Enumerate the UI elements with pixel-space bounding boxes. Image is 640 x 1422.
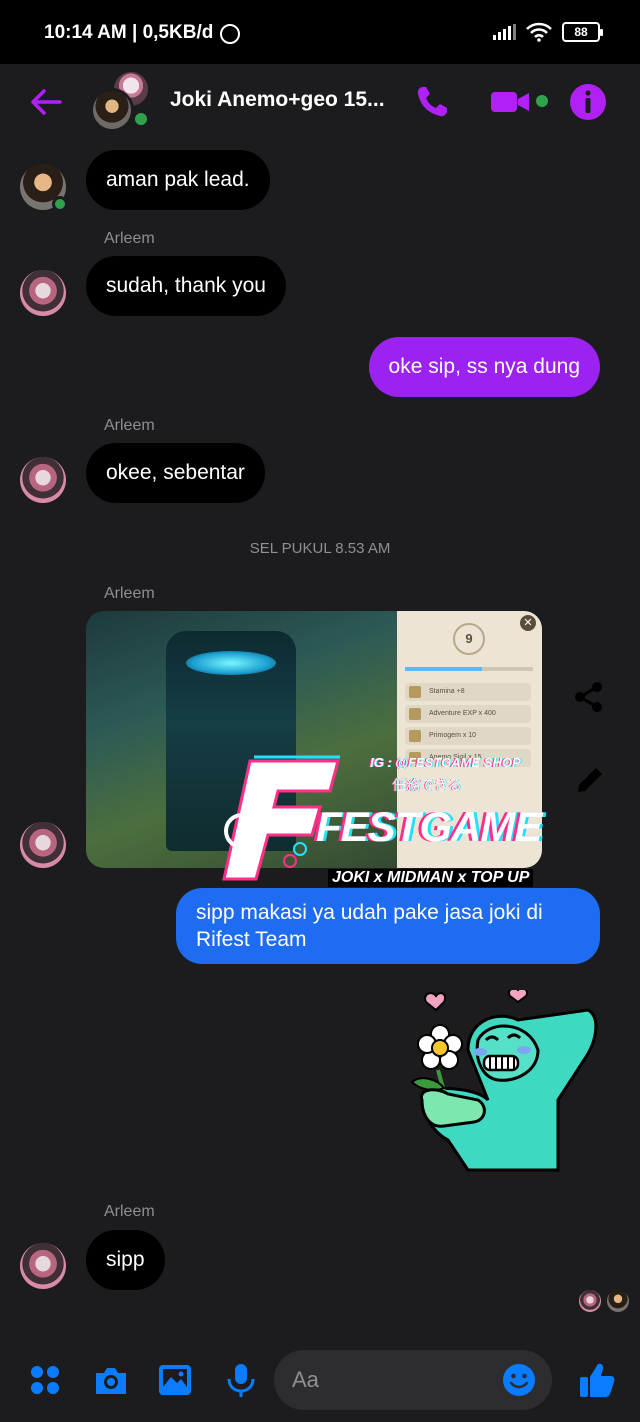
sender-name: Arleem — [104, 585, 155, 602]
video-camera-icon[interactable] — [490, 82, 530, 122]
status-time-speed: 10:14 AM | 0,5KB/d — [44, 22, 214, 43]
back-arrow-icon[interactable] — [26, 82, 66, 122]
image-message[interactable]: ✕ 9 Stamina +8 Adventure EXP x 400 Primo… — [86, 611, 542, 868]
message-input-field[interactable] — [274, 1350, 552, 1410]
message-bubble-received[interactable]: sipp — [86, 1230, 165, 1290]
message-bubble-received[interactable]: okee, sebentar — [86, 443, 265, 503]
online-indicator — [52, 196, 68, 212]
messenger-notification-icon — [220, 24, 240, 44]
sender-name: Arleem — [104, 1203, 155, 1220]
seen-receipt-avatar — [578, 1289, 602, 1313]
message-bubble-received[interactable]: aman pak lead. — [86, 150, 270, 210]
reward-row: Adventure EXP x 400 — [405, 705, 531, 723]
watermark-subtitle: JOKI x MIDMAN x TOP UP — [328, 869, 534, 887]
message-bubble-sent[interactable]: sipp makasi ya udah pake jasa joki di Ri… — [176, 888, 600, 964]
conversation-header: Joki Anemo+geo 15... — [0, 64, 640, 140]
microphone-icon[interactable] — [222, 1361, 260, 1399]
reward-row: Stamina +8 — [405, 683, 531, 701]
sender-name: Arleem — [104, 230, 155, 247]
info-icon[interactable] — [568, 82, 608, 122]
call-active-indicator — [536, 95, 548, 107]
message-timestamp: SEL PUKUL 8.53 AM — [249, 540, 391, 557]
group-avatar-front[interactable] — [90, 88, 134, 132]
participant-avatar[interactable] — [20, 457, 66, 503]
share-icon[interactable] — [572, 680, 606, 714]
seen-receipt-avatar — [606, 1289, 630, 1313]
game-scene-glow — [186, 651, 276, 675]
phone-icon[interactable] — [412, 82, 452, 122]
message-bubble-sent[interactable]: oke sip, ss nya dung — [368, 337, 600, 397]
battery-indicator: 88 — [562, 22, 603, 42]
message-bubble-received[interactable]: sudah, thank you — [86, 256, 286, 316]
reward-row: Primogem x 10 — [405, 727, 531, 745]
level-badge: 9 — [453, 623, 485, 655]
status-indicators: 88 — [493, 22, 603, 42]
conversation-title[interactable]: Joki Anemo+geo 15... — [170, 88, 385, 112]
game-reward-panel: ✕ 9 Stamina +8 Adventure EXP x 400 Primo… — [397, 611, 542, 868]
progress-bar — [405, 667, 533, 671]
participant-avatar[interactable] — [20, 270, 66, 316]
reward-row: Anemo Sigil x 15 — [405, 749, 531, 767]
edit-icon[interactable] — [574, 764, 606, 796]
gallery-icon[interactable] — [156, 1361, 194, 1399]
thumbs-up-icon[interactable] — [578, 1361, 616, 1399]
sender-name: Arleem — [104, 417, 155, 434]
apps-grid-icon[interactable] — [26, 1361, 64, 1399]
wifi-icon — [526, 22, 552, 42]
emoji-icon[interactable] — [502, 1363, 536, 1397]
message-composer-bar — [0, 1340, 640, 1422]
online-indicator — [132, 110, 150, 128]
camera-icon[interactable] — [92, 1361, 130, 1399]
status-bar: 10:14 AM | 0,5KB/d 88 — [0, 0, 640, 64]
panel-close-icon: ✕ — [520, 615, 536, 631]
sticker-flower-character[interactable] — [408, 990, 604, 1180]
signal-icon — [493, 24, 516, 40]
message-input[interactable] — [292, 1350, 502, 1410]
participant-avatar[interactable] — [20, 822, 66, 868]
participant-avatar[interactable] — [20, 1243, 66, 1289]
